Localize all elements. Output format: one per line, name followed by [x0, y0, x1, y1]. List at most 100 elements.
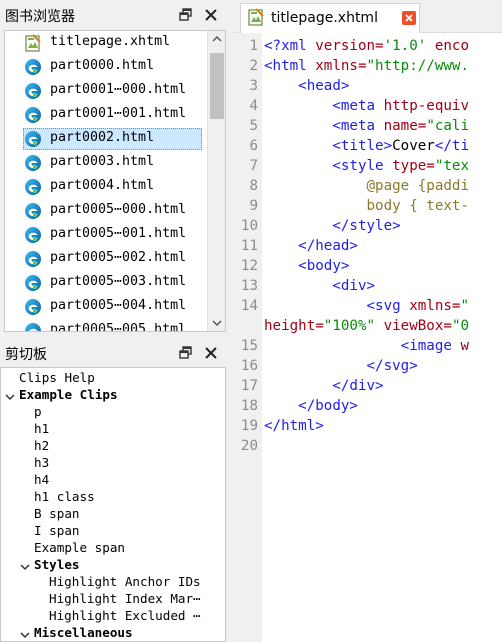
code-line: </style> — [264, 216, 400, 236]
clip-item[interactable]: p — [34, 403, 42, 420]
clip-item[interactable]: Highlight Anchor IDs — [49, 573, 201, 590]
line-number: 3 — [249, 78, 258, 94]
clip-item[interactable]: h1 class — [34, 488, 95, 505]
line-number: 10 — [240, 218, 258, 234]
chevron-down-icon[interactable] — [19, 558, 31, 571]
code-token: <meta — [264, 118, 384, 134]
file-list-item[interactable]: part0005⋯005.html — [5, 319, 207, 331]
chevron-down-icon[interactable] — [4, 388, 16, 401]
code-line: @page {paddi — [264, 176, 469, 196]
line-number: 5 — [249, 118, 258, 134]
clip-item[interactable]: h1 — [34, 420, 49, 437]
file-list-item[interactable]: part0005⋯000.html — [5, 199, 207, 223]
file-list-item[interactable]: part0005⋯004.html — [5, 295, 207, 319]
line-number: 17 — [240, 378, 258, 394]
code-line: <title>Cover</ti — [264, 136, 469, 156]
file-name: part0005⋯000.html — [50, 202, 187, 217]
scrollbar-thumb[interactable] — [210, 53, 224, 119]
clipboard-titlebar: 剪切板 — [0, 338, 226, 368]
file-list-item[interactable]: part0001⋯001.html — [5, 103, 207, 127]
code-token: </html> — [264, 418, 324, 434]
edge-browser-icon — [24, 178, 42, 196]
edge-browser-icon — [24, 298, 42, 316]
file-list-item[interactable]: titlepage.xhtml — [5, 31, 207, 55]
clip-item[interactable]: I span — [34, 522, 80, 539]
line-number: 7 — [249, 158, 258, 174]
file-name: part0003.html — [50, 154, 155, 169]
code-token: <html — [264, 58, 316, 74]
clip-item[interactable]: Clips Help — [19, 369, 95, 386]
code-line: <meta name="cali — [264, 116, 469, 136]
clip-group[interactable]: Miscellaneous — [34, 624, 133, 641]
code-token: type= — [392, 158, 435, 174]
close-tab-icon[interactable] — [401, 10, 417, 26]
file-list-item[interactable]: part0005⋯002.html — [5, 247, 207, 271]
close-panel-icon[interactable] — [203, 7, 219, 23]
code-line: <head> — [264, 76, 349, 96]
line-number: 2 — [249, 58, 258, 74]
clip-item[interactable]: h3 — [34, 454, 49, 471]
file-name: part0001⋯001.html — [50, 106, 187, 121]
tab-titlepage[interactable]: titlepage.xhtml — [240, 3, 420, 33]
code-token: </ti — [434, 138, 470, 154]
edge-browser-icon — [24, 202, 42, 220]
code-token: <div> — [264, 278, 376, 294]
code-token: xmlns= — [315, 58, 367, 74]
dock-splitter[interactable] — [226, 0, 234, 642]
clip-item[interactable]: B span — [34, 505, 80, 522]
file-list-item[interactable]: part0004.html — [5, 175, 207, 199]
file-name: part0001⋯000.html — [50, 82, 187, 97]
clip-group[interactable]: Styles — [34, 556, 80, 573]
code-line: body { text- — [264, 196, 469, 216]
file-list-item[interactable]: part0001⋯000.html — [5, 79, 207, 103]
line-number: 13 — [240, 278, 258, 294]
file-list-item[interactable]: part0005⋯001.html — [5, 223, 207, 247]
clip-group[interactable]: Example Clips — [19, 386, 118, 403]
code-line: <?xml version='1.0' enco — [264, 36, 469, 56]
file-list-item[interactable]: part0000.html — [5, 55, 207, 79]
code-line: <image w — [264, 336, 469, 356]
clip-item[interactable]: h4 — [34, 471, 49, 488]
chevron-down-icon[interactable] — [19, 626, 31, 639]
close-panel-icon[interactable] — [203, 345, 219, 361]
xhtml-file-icon — [24, 34, 42, 52]
code-token: enco — [434, 38, 470, 54]
line-number: 20 — [240, 438, 258, 454]
code-token: "tex — [434, 158, 470, 174]
scroll-down-arrow-icon[interactable] — [208, 314, 225, 331]
clipboard-title: 剪切板 — [5, 347, 47, 363]
file-list-item[interactable]: part0002.html — [5, 127, 207, 151]
code-token: "http://www. — [366, 58, 470, 74]
code-token: <meta — [264, 98, 384, 114]
book-browser-titlebar: 图书浏览器 — [0, 0, 226, 30]
clip-item[interactable]: Highlight Excluded ⋯ — [49, 607, 201, 624]
file-list-item[interactable]: part0003.html — [5, 151, 207, 175]
code-token: http-equiv — [383, 98, 470, 114]
clip-item[interactable]: h2 — [34, 437, 49, 454]
float-panel-icon[interactable] — [178, 345, 194, 361]
xhtml-file-icon — [247, 8, 265, 26]
line-number: 12 — [240, 258, 258, 274]
file-name: part0000.html — [50, 58, 155, 73]
tab-label: titlepage.xhtml — [271, 10, 378, 26]
edge-browser-icon — [24, 322, 42, 331]
edge-browser-icon — [24, 250, 42, 268]
file-name: part0005⋯001.html — [50, 226, 187, 241]
edge-browser-icon — [24, 106, 42, 124]
file-name: part0005⋯005.html — [50, 322, 187, 331]
code-token: "cali — [426, 118, 470, 134]
line-number: 11 — [240, 238, 258, 254]
code-token: <?xml — [264, 38, 316, 54]
clip-item[interactable]: Example span — [34, 539, 125, 556]
line-number: 4 — [249, 98, 258, 114]
code-line: <html xmlns="http://www. — [264, 56, 469, 76]
scroll-up-arrow-icon[interactable] — [208, 31, 225, 48]
code-line: </head> — [264, 236, 358, 256]
clip-item[interactable]: Highlight Index Mar⋯ — [49, 590, 201, 607]
file-list-item[interactable]: part0005⋯003.html — [5, 271, 207, 295]
float-panel-icon[interactable] — [178, 7, 194, 23]
book-browser-scrollbar[interactable] — [207, 31, 225, 331]
code-line: <style type="tex — [264, 156, 469, 176]
code-text-area[interactable]: <?xml version='1.0' enco <html xmlns="htt… — [262, 33, 502, 642]
code-token: <title> — [264, 138, 393, 154]
